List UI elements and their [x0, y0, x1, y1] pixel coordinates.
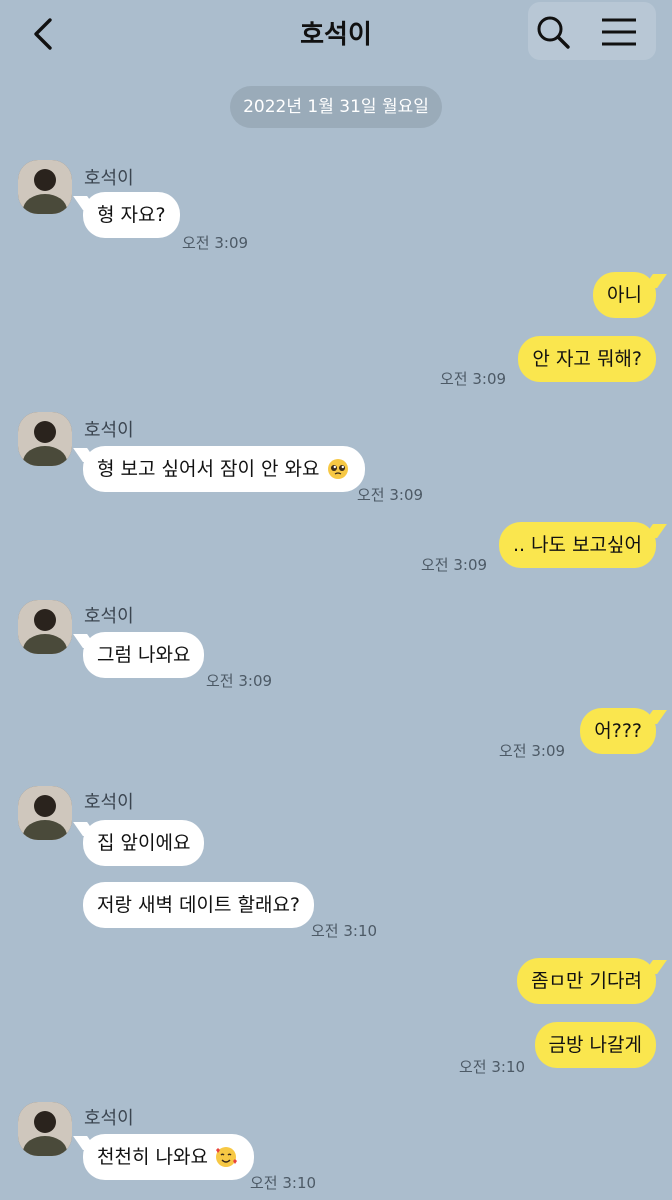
message-bubble[interactable]: 저랑 새벽 데이트 할래요? [83, 882, 315, 928]
avatar[interactable] [18, 160, 72, 214]
message-time: 오전 3:09 [499, 742, 566, 760]
message-bubble[interactable]: 어??? [580, 708, 656, 754]
sender-name: 호석이 [84, 792, 134, 813]
message-bubble[interactable]: 형 보고 싶어서 잠이 안 와요 [83, 446, 366, 492]
avatar[interactable] [18, 412, 72, 466]
message-bubble[interactable]: 좀ㅁ만 기다려 [517, 958, 656, 1004]
sender-name: 호석이 [84, 606, 134, 627]
avatar[interactable] [18, 1102, 72, 1156]
message-time: 오전 3:10 [459, 1058, 526, 1076]
message-time: 오전 3:09 [182, 234, 249, 252]
sender-name: 호석이 [84, 168, 134, 189]
message-bubble[interactable]: 아니 [593, 272, 656, 318]
pleading-face-icon [328, 459, 349, 479]
message-time: 오전 3:09 [421, 556, 488, 574]
message-text: 천천히 나와요 [97, 1146, 208, 1168]
message-time: 오전 3:09 [206, 672, 273, 690]
message-time: 오전 3:10 [250, 1174, 317, 1192]
message-time: 오전 3:09 [440, 370, 507, 388]
menu-icon[interactable] [596, 12, 642, 52]
message-bubble[interactable]: 천천히 나와요 [83, 1134, 254, 1180]
message-bubble[interactable]: .. 나도 보고싶어 [498, 522, 656, 568]
message-bubble[interactable]: 집 앞이에요 [83, 820, 205, 866]
message-bubble[interactable]: 금방 나갈게 [534, 1022, 656, 1068]
chat-header: 호석이 [0, 0, 672, 68]
message-time: 오전 3:10 [311, 922, 378, 940]
avatar[interactable] [18, 786, 72, 840]
message-bubble[interactable]: 그럼 나와요 [83, 632, 205, 678]
message-text: 형 보고 싶어서 잠이 안 와요 [97, 458, 320, 480]
sender-name: 호석이 [84, 420, 134, 441]
message-bubble[interactable]: 안 자고 뭐해? [518, 336, 656, 382]
sender-name: 호석이 [84, 1108, 134, 1129]
smiling-face-with-hearts-icon [215, 1147, 237, 1167]
date-divider: 2022년 1월 31일 월요일 [230, 86, 442, 128]
avatar[interactable] [18, 600, 72, 654]
message-bubble[interactable]: 형 자요? [83, 192, 180, 238]
search-icon[interactable] [530, 10, 578, 54]
message-time: 오전 3:09 [357, 486, 424, 504]
